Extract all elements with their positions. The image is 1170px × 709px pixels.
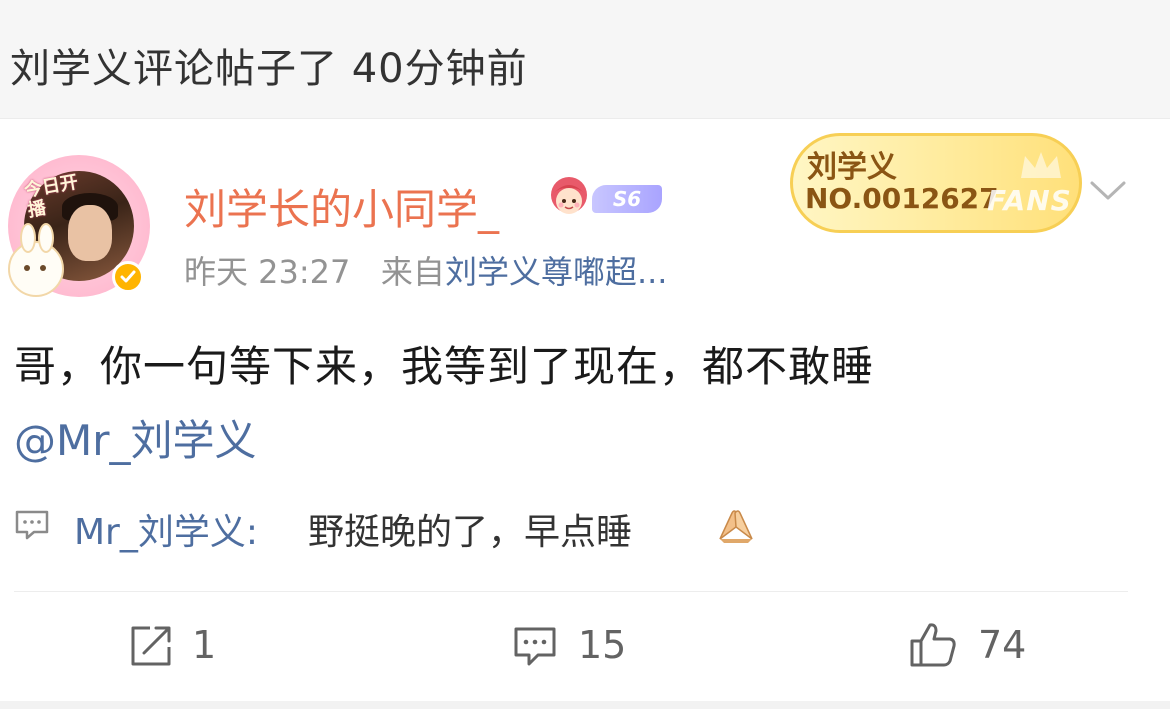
source-link[interactable]: 刘学义尊嘟超...	[445, 253, 668, 291]
like-count: 74	[978, 623, 1027, 667]
girl-emoji-icon	[544, 173, 594, 223]
activity-header: 刘学义评论帖子了 40分钟前	[0, 0, 1170, 119]
post-meta: 昨天 23:27 来自刘学义尊嘟超...	[184, 247, 667, 293]
divider	[14, 591, 1128, 592]
verified-check-icon	[112, 261, 144, 293]
folded-hands-icon	[719, 510, 753, 543]
post-card[interactable]: 今日开播 刘学长的小同学_ S6 昨天 23:27 来自刘学义尊嘟超... 刘学…	[0, 119, 1170, 701]
username[interactable]: 刘学长的小同学_	[184, 176, 499, 237]
mention-link[interactable]: @Mr_刘学义	[14, 407, 257, 468]
bottom-separator	[0, 701, 1170, 709]
source-prefix: 来自	[380, 253, 445, 291]
thumbs-up-icon	[910, 623, 956, 667]
bunny-icon	[8, 223, 64, 297]
level-badge: S6	[592, 185, 662, 213]
repost-count: 1	[192, 623, 217, 667]
repost-icon	[131, 626, 171, 666]
crown-icon	[1021, 152, 1061, 178]
avatar[interactable]: 今日开播	[8, 155, 150, 297]
fans-badge[interactable]: 刘学义 NO.0012627 FANS	[790, 133, 1082, 233]
reply-author[interactable]: Mr_刘学义:	[74, 503, 258, 555]
activity-text: 刘学义评论帖子了 40分钟前	[10, 46, 528, 92]
fans-badge-number: NO.0012627	[805, 182, 999, 215]
chevron-down-icon[interactable]	[1088, 179, 1128, 203]
timestamp: 昨天 23:27	[184, 253, 351, 291]
comment-icon	[514, 627, 556, 666]
fans-badge-label: FANS	[987, 184, 1072, 217]
comment-bubble-icon	[15, 510, 49, 540]
reply-text: 野挺晚的了，早点睡	[308, 512, 633, 553]
post-text: 哥，你一句等下来，我等到了现在，都不敢睡	[14, 342, 875, 391]
fans-badge-name: 刘学义	[807, 150, 897, 185]
comment-count: 15	[578, 623, 627, 667]
